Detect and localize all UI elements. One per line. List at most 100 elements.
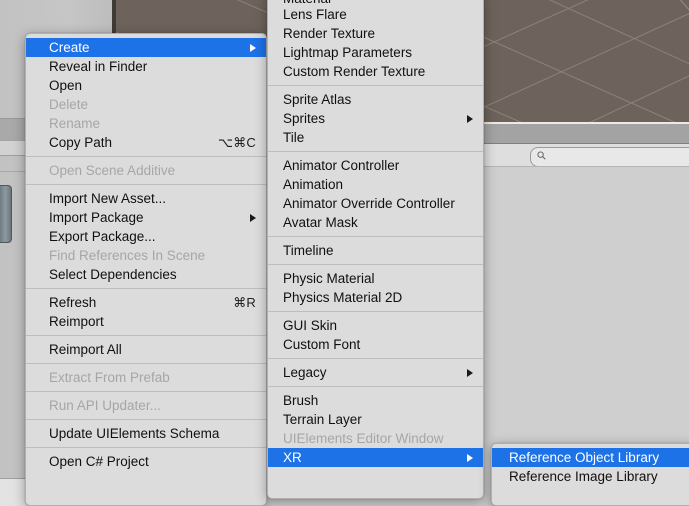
menu-separator: [268, 236, 483, 237]
menu-separator: [268, 311, 483, 312]
screen: Create Reveal in Finder Open Delete Rename Co…: [0, 0, 689, 506]
menu-item-label: Select Dependencies: [49, 266, 177, 282]
search-input[interactable]: [530, 147, 689, 167]
create-item-brush[interactable]: Brush: [268, 391, 483, 410]
menu-item-label: Brush: [283, 392, 319, 408]
menu-item-label: Copy Path: [49, 134, 113, 150]
menu-separator: [268, 386, 483, 387]
menu-separator: [26, 184, 266, 185]
menu-separator: [26, 288, 266, 289]
create-item-tile[interactable]: Tile: [268, 128, 483, 147]
menu-item-shortcut: ⌥⌘C: [218, 134, 256, 150]
menu-separator: [26, 363, 266, 364]
menu-item-label: Avatar Mask: [283, 214, 358, 230]
create-item-physics-material-2d[interactable]: Physics Material 2D: [268, 288, 483, 307]
create-item-animation[interactable]: Animation: [268, 175, 483, 194]
menu-item-rename: Rename: [26, 114, 266, 133]
menu-separator: [268, 358, 483, 359]
menu-item-label: Reference Image Library: [509, 468, 658, 484]
create-item-lightmap-parameters[interactable]: Lightmap Parameters: [268, 43, 483, 62]
menu-separator: [26, 335, 266, 336]
create-item-avatar-mask[interactable]: Avatar Mask: [268, 213, 483, 232]
xr-submenu[interactable]: Reference Object Library Reference Image …: [491, 443, 689, 506]
menu-separator: [26, 419, 266, 420]
create-item-uielements-editor-window: UIElements Editor Window: [268, 429, 483, 448]
create-item-custom-render-texture[interactable]: Custom Render Texture: [268, 62, 483, 81]
menu-separator: [268, 151, 483, 152]
menu-item-label: Find References In Scene: [49, 247, 206, 263]
menu-item-label: Animator Override Controller: [283, 195, 455, 211]
menu-item-label: Physics Material 2D: [283, 289, 403, 305]
search-icon: [537, 151, 546, 160]
menu-item-reveal-in-finder[interactable]: Reveal in Finder: [26, 57, 266, 76]
menu-item-label: Import Package: [49, 209, 144, 225]
menu-item-open[interactable]: Open: [26, 76, 266, 95]
menu-item-import-new-asset[interactable]: Import New Asset...: [26, 189, 266, 208]
create-item-physic-material[interactable]: Physic Material: [268, 269, 483, 288]
menu-item-label: Open Scene Additive: [49, 162, 176, 178]
menu-item-select-dependencies[interactable]: Select Dependencies: [26, 265, 266, 284]
menu-item-run-api-updater: Run API Updater...: [26, 396, 266, 415]
menu-item-shortcut: ⌘R: [233, 294, 256, 310]
create-item-render-texture[interactable]: Render Texture: [268, 24, 483, 43]
menu-item-label: Sprite Atlas: [283, 91, 352, 107]
menu-item-open-c-project[interactable]: Open C# Project: [26, 452, 266, 471]
create-item-xr[interactable]: XR: [268, 448, 483, 467]
panel-resize-handle[interactable]: [0, 185, 12, 243]
create-item-animator-override-controller[interactable]: Animator Override Controller: [268, 194, 483, 213]
submenu-arrow-icon: [467, 453, 473, 462]
menu-item-label: Rename: [49, 115, 101, 131]
menu-item-import-package[interactable]: Import Package: [26, 208, 266, 227]
menu-item-label: Physic Material: [283, 270, 375, 286]
assets-context-menu[interactable]: Create Reveal in Finder Open Delete Rename Co…: [25, 33, 267, 506]
menu-item-create[interactable]: Create: [26, 38, 266, 57]
menu-item-label: Refresh: [49, 294, 97, 310]
create-item-animator-controller[interactable]: Animator Controller: [268, 156, 483, 175]
create-item-gui-skin[interactable]: GUI Skin: [268, 316, 483, 335]
menu-item-refresh[interactable]: Refresh ⌘R: [26, 293, 266, 312]
menu-item-label: Export Package...: [49, 228, 156, 244]
create-item-sprite-atlas[interactable]: Sprite Atlas: [268, 90, 483, 109]
menu-item-update-uielements-schema[interactable]: Update UIElements Schema: [26, 424, 266, 443]
xr-item-reference-image-library[interactable]: Reference Image Library: [492, 467, 689, 486]
menu-item-label: Reimport All: [49, 341, 122, 357]
menu-item-find-references-in-scene: Find References In Scene: [26, 246, 266, 265]
menu-item-label: Custom Font: [283, 336, 361, 352]
menu-item-export-package[interactable]: Export Package...: [26, 227, 266, 246]
menu-item-label: Run API Updater...: [49, 397, 161, 413]
submenu-arrow-icon: [467, 368, 473, 377]
menu-item-label: GUI Skin: [283, 317, 338, 333]
create-item-sprites[interactable]: Sprites: [268, 109, 483, 128]
create-submenu[interactable]: MaterialLens FlareRender TextureLightmap…: [267, 0, 484, 499]
menu-item-label: Update UIElements Schema: [49, 425, 220, 441]
menu-item-label: Tile: [283, 129, 305, 145]
menu-item-label: Extract From Prefab: [49, 369, 170, 385]
menu-separator: [26, 391, 266, 392]
menu-item-copy-path[interactable]: Copy Path ⌥⌘C: [26, 133, 266, 152]
create-item-legacy[interactable]: Legacy: [268, 363, 483, 382]
create-item-custom-font[interactable]: Custom Font: [268, 335, 483, 354]
menu-item-extract-from-prefab: Extract From Prefab: [26, 368, 266, 387]
menu-separator: [268, 85, 483, 86]
menu-item-label: Terrain Layer: [283, 411, 362, 427]
menu-item-delete: Delete: [26, 95, 266, 114]
create-item-lens-flare[interactable]: Lens Flare: [268, 5, 483, 24]
menu-item-reimport-all[interactable]: Reimport All: [26, 340, 266, 359]
menu-item-label: Reimport: [49, 313, 104, 329]
menu-item-label: Legacy: [283, 364, 327, 380]
create-item-timeline[interactable]: Timeline: [268, 241, 483, 260]
menu-item-label: Render Texture: [283, 25, 376, 41]
submenu-arrow-icon: [250, 213, 256, 222]
menu-item-label: Open: [49, 77, 83, 93]
menu-item-label: Open C# Project: [49, 453, 149, 469]
menu-item-label: Timeline: [283, 242, 334, 258]
menu-item-label: Reference Object Library: [509, 449, 660, 465]
submenu-arrow-icon: [467, 114, 473, 123]
menu-separator: [26, 156, 266, 157]
menu-item-label: Animator Controller: [283, 157, 400, 173]
menu-item-label: Import New Asset...: [49, 190, 167, 206]
xr-item-reference-object-library[interactable]: Reference Object Library: [492, 448, 689, 467]
menu-item-label: Custom Render Texture: [283, 63, 426, 79]
create-item-terrain-layer[interactable]: Terrain Layer: [268, 410, 483, 429]
menu-item-reimport[interactable]: Reimport: [26, 312, 266, 331]
